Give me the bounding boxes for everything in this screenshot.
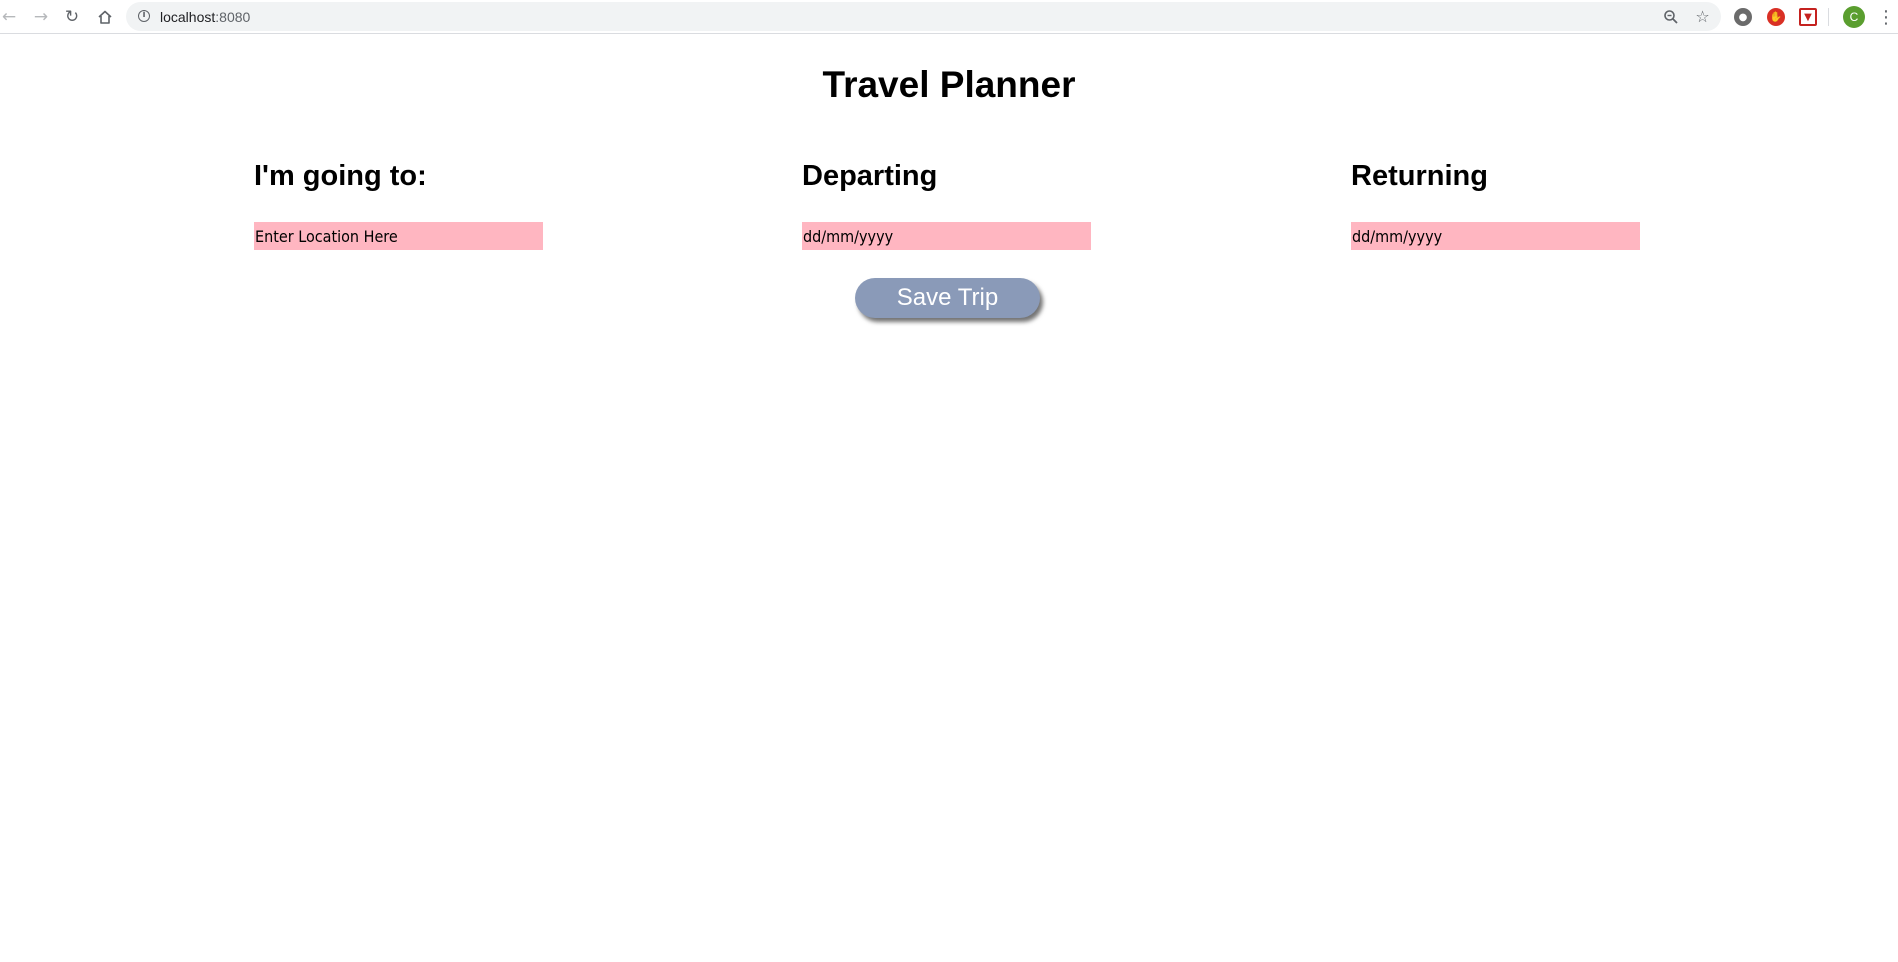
departing-date-input[interactable] <box>802 222 1091 250</box>
extension-globe-icon[interactable]: ● <box>1734 8 1752 26</box>
extension-pocket-icon[interactable]: ▼ <box>1799 8 1817 26</box>
browser-toolbar: ← → ↻ i localhost:8080 ☆ ● ✋ ▼ C ⋮ <box>0 0 1898 34</box>
toolbar-divider <box>1828 8 1829 26</box>
url-text[interactable]: localhost:8080 <box>160 9 250 25</box>
zoom-icon[interactable] <box>1658 4 1683 29</box>
browser-menu-icon[interactable]: ⋮ <box>1877 4 1895 30</box>
url-host: localhost <box>160 9 216 25</box>
extension-adblock-icon[interactable]: ✋ <box>1767 8 1785 26</box>
bookmark-star-icon[interactable]: ☆ <box>1690 4 1715 29</box>
save-trip-button[interactable]: Save Trip <box>855 278 1040 318</box>
destination-label: I'm going to: <box>254 160 427 192</box>
site-info-icon[interactable]: i <box>138 10 150 22</box>
url-port: :8080 <box>215 9 251 25</box>
back-arrow-icon[interactable]: ← <box>0 4 22 30</box>
departing-label: Departing <box>802 160 938 192</box>
forward-arrow-icon[interactable]: → <box>28 4 54 30</box>
returning-label: Returning <box>1351 160 1488 192</box>
returning-date-input[interactable] <box>1351 222 1640 250</box>
page-title: Travel Planner <box>822 64 1076 105</box>
destination-input[interactable] <box>254 222 543 250</box>
home-icon[interactable] <box>92 4 118 30</box>
reload-icon[interactable]: ↻ <box>59 4 85 30</box>
address-bar[interactable]: i localhost:8080 ☆ <box>126 2 1721 31</box>
profile-avatar[interactable]: C <box>1843 6 1865 28</box>
